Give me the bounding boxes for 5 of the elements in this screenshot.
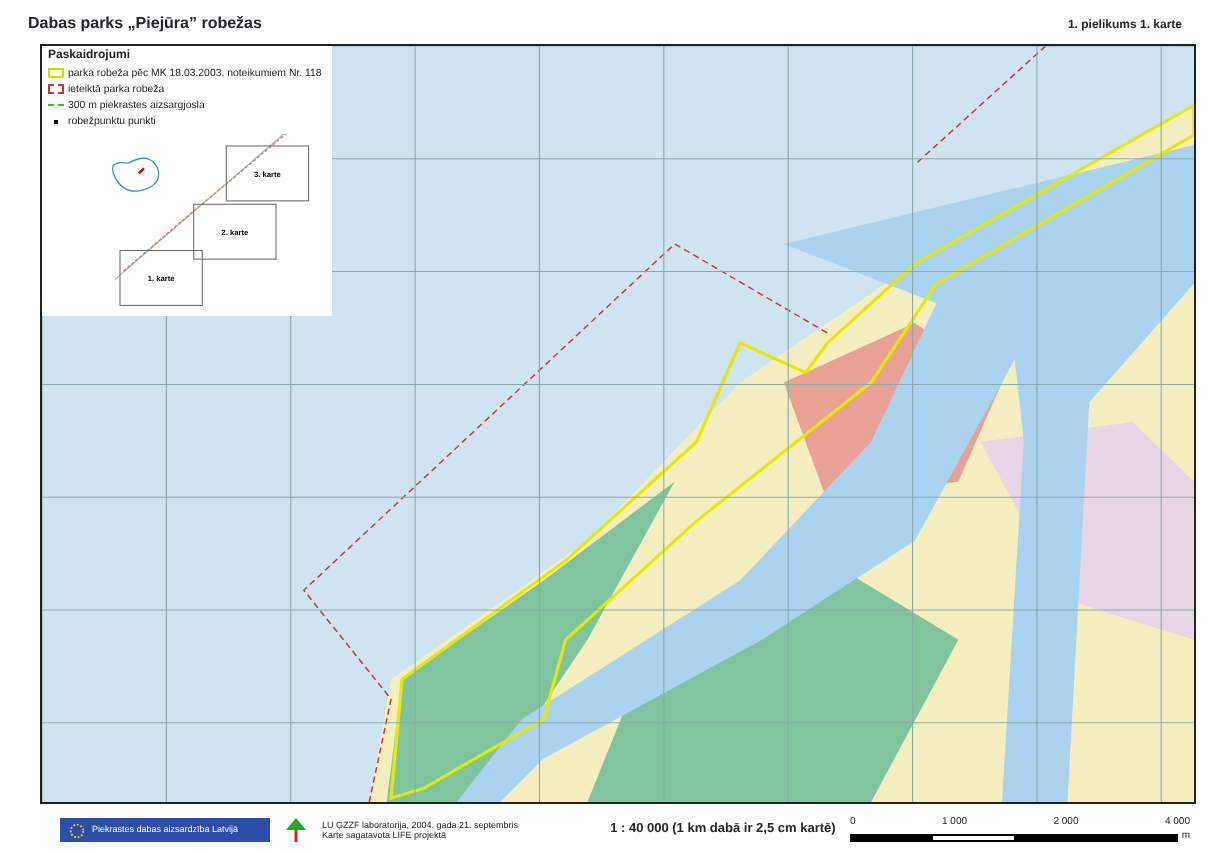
star-circle-icon bbox=[68, 821, 86, 839]
legend-swatch-icon bbox=[48, 84, 64, 95]
tree-logo-icon bbox=[282, 816, 310, 844]
legend-swatch-icon bbox=[48, 68, 64, 79]
map-title: Dabas parks „Piejūra” robežas bbox=[28, 12, 262, 36]
